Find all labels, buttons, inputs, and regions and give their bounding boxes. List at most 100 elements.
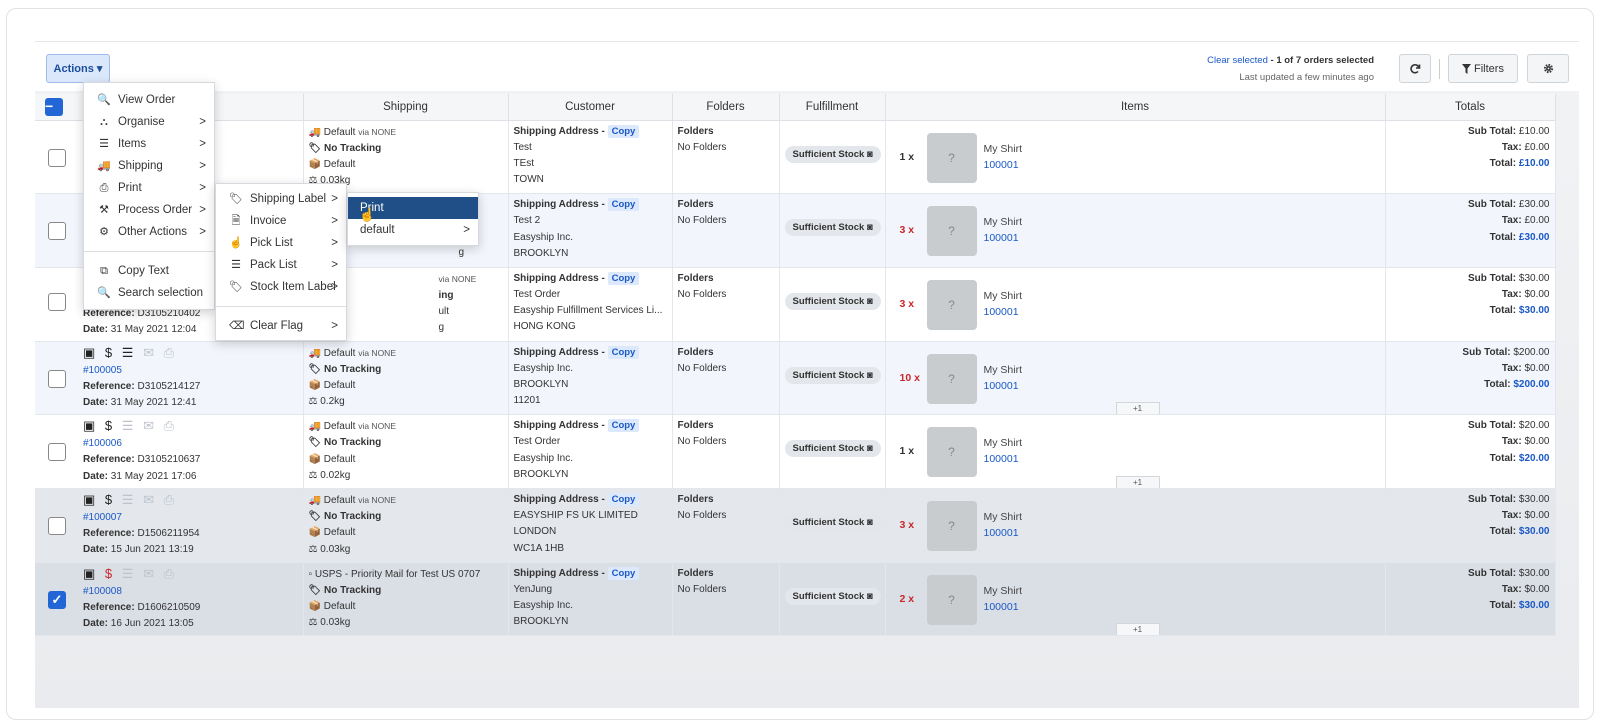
shipping-method: 🚚 Default via NONE: [308, 421, 397, 433]
column-header-shipping: Shipping: [303, 94, 509, 121]
fulfillment-cell: Sufficient Stock ◙: [779, 488, 886, 563]
row-checkbox[interactable]: [48, 369, 66, 388]
menu-item-invoice[interactable]: 🗎 Invoice >: [216, 210, 346, 232]
refresh-button[interactable]: [1399, 54, 1431, 83]
menu-item-other-actions[interactable]: ⚙ Other Actions >: [84, 221, 214, 243]
stock-badge[interactable]: Sufficient Stock ◙: [784, 219, 881, 237]
table-row[interactable]: ▣ $ ☰ ✉ ⎙ #100007 Reference: D1506211954 Da…: [35, 488, 1556, 563]
copy-address-button[interactable]: Copy: [607, 345, 640, 359]
order-number-link[interactable]: #100007: [83, 510, 200, 526]
copy-address-button[interactable]: Copy: [607, 419, 640, 433]
tracking-status: 🏷 No Tracking: [308, 511, 382, 523]
menu-item-items[interactable]: ☰ Items >: [84, 133, 214, 155]
sub-total: Sub Total: $200.00: [1462, 346, 1550, 358]
menu-item-print[interactable]: ⎙ Print >: [84, 177, 214, 199]
stock-badge[interactable]: Sufficient Stock ◙: [784, 145, 881, 163]
item-sku-link[interactable]: 100001: [984, 599, 1019, 615]
menu-item-view-order[interactable]: 🔍 View Order: [84, 89, 214, 111]
customer-cell: Shipping Address - Copy Test 2 Easyship …: [508, 193, 673, 268]
copy-address-button[interactable]: Copy: [607, 124, 640, 138]
row-checkbox[interactable]: [48, 443, 66, 462]
filters-button[interactable]: Filters: [1448, 54, 1518, 83]
tax: Tax: $0.00: [1501, 436, 1550, 448]
item-sku-link[interactable]: 100001: [984, 378, 1019, 394]
totals-cell: Sub Total: $20.00 Tax: $0.00 Total: $20.00: [1385, 414, 1556, 489]
shipping-method: 🚚 Default via NONE: [308, 347, 397, 359]
order-date: Date: 31 May 2021 12:41: [83, 396, 197, 408]
table-row[interactable]: ▣ $ ☰ ✉ ⎙ #100005 Reference: D3105214127 Da…: [35, 341, 1556, 416]
stock-badge[interactable]: Sufficient Stock ◙: [784, 366, 881, 384]
menu-item-process-order[interactable]: ⚒ Process Order >: [84, 199, 214, 221]
table-header-row: − Shipping Customer Folders Fulfillment …: [35, 94, 1556, 121]
actions-dropdown-button[interactable]: Actions ▾: [46, 54, 110, 83]
row-checkbox[interactable]: [48, 222, 66, 241]
more-items-tab[interactable]: +1: [1115, 623, 1160, 636]
order-number-link[interactable]: #100006: [83, 436, 200, 452]
address-line: TOWN: [513, 174, 544, 186]
stock-badge[interactable]: Sufficient Stock ◙: [784, 440, 881, 458]
order-status-icons: ▣ $ ☰ ✉ ⎙: [83, 344, 177, 360]
items-cell: 3 x ? My Shirt 100001: [885, 193, 1386, 268]
row-checkbox[interactable]: ✓: [48, 590, 66, 609]
select-all-checkbox[interactable]: −: [45, 97, 63, 116]
item-thumbnail[interactable]: ?: [926, 206, 977, 257]
menu-item-pack-list[interactable]: ☰ Pack List >: [216, 254, 346, 276]
selection-status: Clear selected - 1 of 7 orders selected: [1207, 55, 1374, 66]
package-type: 📦 Default: [308, 527, 356, 539]
menu-item-shipping[interactable]: 🚚 Shipping >: [84, 155, 214, 177]
item-sku-link[interactable]: 100001: [984, 525, 1019, 541]
sitemap-icon: ⛬: [100, 116, 108, 128]
item-thumbnail[interactable]: ?: [926, 353, 977, 404]
menu-item-clear-flag[interactable]: ⌫ Clear Flag >: [216, 315, 346, 337]
menu-item-pick-list[interactable]: ☝ Pick List >: [216, 232, 346, 254]
copy-address-button[interactable]: Copy: [607, 271, 640, 285]
item-sku-link[interactable]: 100001: [984, 157, 1019, 173]
list-icon: ☰: [231, 259, 241, 271]
orders-panel: Actions ▾ Clear selected - 1 of 7 orders…: [35, 41, 1579, 708]
menu-item-organise[interactable]: ⛬ Organise >: [84, 111, 214, 133]
item-sku-link[interactable]: 100001: [984, 451, 1019, 467]
copy-address-button[interactable]: Copy: [607, 566, 640, 580]
menu-item-shipping-label[interactable]: 🏷 Shipping Label >: [216, 188, 346, 210]
stock-badge[interactable]: Sufficient Stock ◙: [784, 292, 881, 310]
sub-total: Sub Total: $30.00: [1467, 567, 1550, 579]
sub-total: Sub Total: £10.00: [1467, 125, 1550, 137]
copy-address-button[interactable]: Copy: [607, 198, 640, 212]
customer-cell: Shipping Address - Copy Test TEst TOWN: [508, 120, 673, 195]
row-checkbox[interactable]: [48, 292, 66, 311]
address-line: Test 2: [513, 215, 541, 227]
row-checkbox[interactable]: [48, 516, 66, 535]
menu-item-stock-item-label[interactable]: 🏷 Stock Item Label >: [216, 276, 346, 298]
item-name: My Shirt: [983, 363, 1023, 376]
order-date: Date: 31 May 2021 12:04: [83, 324, 197, 336]
search-icon: 🔍: [97, 287, 111, 299]
more-items-tab[interactable]: +1: [1115, 402, 1160, 415]
row-checkbox[interactable]: [48, 148, 66, 167]
item-thumbnail[interactable]: ?: [926, 427, 977, 478]
filter-icon: [1462, 63, 1472, 74]
item-thumbnail[interactable]: ?: [926, 132, 977, 183]
settings-button[interactable]: [1527, 54, 1569, 83]
totals-cell: Sub Total: $200.00 Tax: $0.00 Total: $200.…: [1385, 341, 1556, 416]
table-row[interactable]: ▣ $ ☰ ✉ ⎙ #100006 Reference: D3105210637 Da…: [35, 414, 1556, 489]
item-sku-link[interactable]: 100001: [984, 304, 1019, 320]
clear-selected-link[interactable]: Clear selected: [1207, 55, 1268, 66]
stock-badge[interactable]: Sufficient Stock ◙: [784, 513, 881, 531]
item-thumbnail[interactable]: ?: [926, 279, 977, 330]
stock-badge[interactable]: Sufficient Stock ◙: [784, 587, 881, 605]
more-items-tab[interactable]: +1: [1115, 475, 1160, 488]
item-thumbnail[interactable]: ?: [926, 574, 977, 625]
menu-item-copy-text[interactable]: ⧉ Copy Text: [84, 260, 214, 282]
order-number-link[interactable]: #100008: [83, 584, 200, 600]
item-sku-link[interactable]: 100001: [984, 230, 1019, 246]
item-quantity: 10 x: [899, 371, 920, 384]
totals-cell: Sub Total: $30.00 Tax: $0.00 Total: $30.…: [1385, 267, 1556, 342]
item-name: My Shirt: [983, 142, 1023, 155]
menu-item-search-selection[interactable]: 🔍 Search selection: [84, 282, 214, 304]
copy-address-button[interactable]: Copy: [607, 492, 640, 506]
table-row[interactable]: ✓ ▣ $ ☰ ✉ ⎙ #100008 Reference: D1606210509 D…: [35, 562, 1556, 637]
item-thumbnail[interactable]: ?: [926, 500, 977, 551]
fulfillment-cell: Sufficient Stock ◙: [779, 414, 886, 489]
order-number-link[interactable]: #100005: [83, 363, 200, 379]
address-label: Shipping Address -: [513, 420, 605, 432]
